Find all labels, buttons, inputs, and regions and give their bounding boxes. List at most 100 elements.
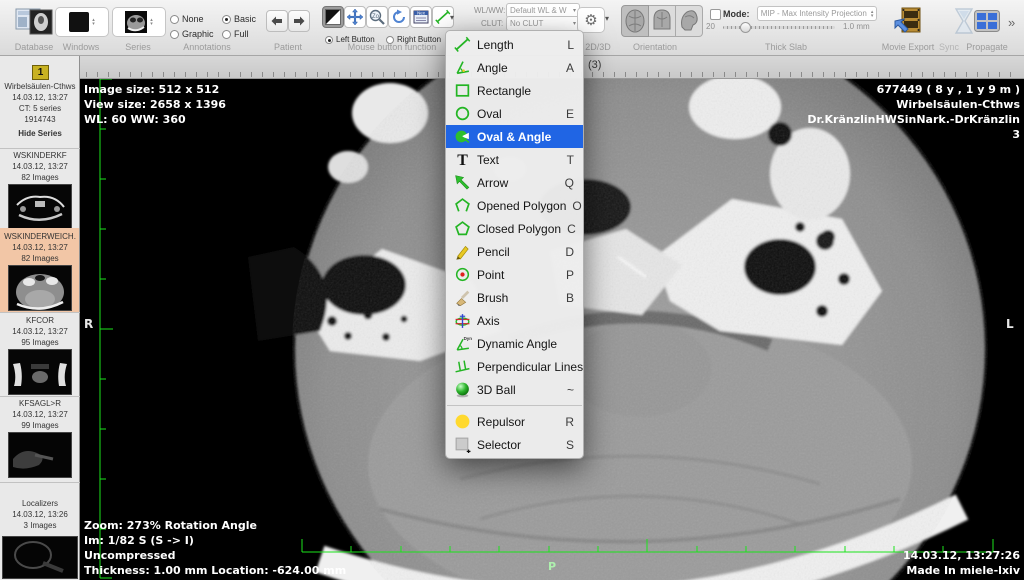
series-name[interactable]: WSKINDERWEICH. xyxy=(0,232,80,241)
next-series-tool-button[interactable]: Nex xyxy=(410,6,432,28)
menu-item-label: 3D Ball xyxy=(477,383,516,397)
previous-patient-button[interactable] xyxy=(266,10,288,32)
clut-select[interactable]: No CLUT ▾ xyxy=(506,16,580,31)
orientation-left-label: R xyxy=(84,317,93,331)
annotation-graphic-radio[interactable]: Graphic xyxy=(170,25,214,43)
thickslab-slider[interactable] xyxy=(723,26,835,29)
orientation-label: Orientation xyxy=(633,42,677,52)
toolbar-overflow-button[interactable]: » xyxy=(1008,15,1015,30)
overlay-line: Wirbelsäulen-Cthws xyxy=(807,97,1020,112)
series-name[interactable]: KFCOR xyxy=(0,316,80,325)
repulsor-tool-icon xyxy=(453,413,472,430)
propagate-button[interactable] xyxy=(974,10,1000,37)
menu-item-perpendicular-lines[interactable]: Perpendicular Lines xyxy=(446,355,583,378)
series-count: 3 Images xyxy=(0,521,80,530)
hide-series-button[interactable]: Hide Series xyxy=(0,129,80,138)
menu-item-shortcut: Q xyxy=(559,176,574,190)
windows-dropdown[interactable]: ▴▾ xyxy=(55,7,109,37)
orientation-axial-button[interactable] xyxy=(621,5,649,37)
tool-menu-chevron-icon[interactable]: ▾ xyxy=(450,13,454,22)
nex-stack-icon: Nex xyxy=(413,9,429,25)
menu-item-label: Angle xyxy=(477,61,508,75)
menu-item-shortcut: T xyxy=(561,153,574,167)
point-tool-icon xyxy=(453,266,472,283)
patient-label: Patient xyxy=(274,42,302,52)
next-patient-button[interactable] xyxy=(288,10,310,32)
menu-item-arrow[interactable]: Arrow Q xyxy=(446,171,583,194)
menu-item-pencil[interactable]: Pencil D xyxy=(446,240,583,263)
series-count: 82 Images xyxy=(0,254,80,263)
pan-tool-button[interactable] xyxy=(344,6,366,28)
wlww-tool-button[interactable] xyxy=(322,6,344,28)
sync-button[interactable] xyxy=(953,8,975,39)
thickslab-mode-checkbox[interactable] xyxy=(710,9,721,20)
menu-item-brush[interactable]: Brush B xyxy=(446,286,583,309)
series-name[interactable]: Localizers xyxy=(0,499,80,508)
menu-item-point[interactable]: Point P xyxy=(446,263,583,286)
rotate-tool-button[interactable] xyxy=(388,6,410,28)
series-dropdown[interactable]: ▴▾ xyxy=(112,7,166,37)
angle-tool-icon xyxy=(453,59,472,76)
series-thumbnail[interactable] xyxy=(8,184,72,230)
rotate-icon xyxy=(391,9,407,25)
menu-item-oval-angle[interactable]: Oval & Angle xyxy=(446,125,583,148)
length-icon xyxy=(435,9,451,25)
menu-item-label: Oval xyxy=(477,107,502,121)
menu-item-opened-polygon[interactable]: Opened Polygon O xyxy=(446,194,583,217)
menu-item-closed-polygon[interactable]: Closed Polygon C xyxy=(446,217,583,240)
menu-item-shortcut: R xyxy=(559,415,574,429)
series-thumbnail[interactable] xyxy=(8,265,72,311)
menu-item-length[interactable]: Length L xyxy=(446,33,583,56)
menu-item-axis[interactable]: Axis xyxy=(446,309,583,332)
menu-item-label: Point xyxy=(477,268,504,282)
series-thumbnail[interactable] xyxy=(8,432,72,478)
slider-thumb[interactable] xyxy=(740,22,751,33)
menu-item-oval[interactable]: Oval E xyxy=(446,102,583,125)
menu-item-dynamic-angle[interactable]: Dyn Dynamic Angle xyxy=(446,332,583,355)
series-thumbnail[interactable] xyxy=(8,349,72,395)
series-name[interactable]: WSKINDERKF xyxy=(0,151,80,160)
divider xyxy=(0,482,80,483)
2d3d-gear-button[interactable]: ⚙ xyxy=(577,7,605,33)
rectangle-tool-icon xyxy=(453,82,472,99)
menu-item-rectangle[interactable]: Rectangle xyxy=(446,79,583,102)
orientation-sagittal-button[interactable] xyxy=(676,5,703,37)
radio-selected-icon xyxy=(222,15,231,24)
overlay-line: Image size: 512 x 512 xyxy=(84,82,226,97)
orientation-coronal-button[interactable] xyxy=(649,5,676,37)
2d3d-label: 2D/3D xyxy=(585,42,611,52)
menu-item-3d-ball[interactable]: 3D Ball ~ xyxy=(446,378,583,401)
menu-item-label: Brush xyxy=(477,291,508,305)
series-thumbnail xyxy=(125,11,147,33)
menu-item-angle[interactable]: Angle A xyxy=(446,56,583,79)
menu-item-text[interactable]: T Text T xyxy=(446,148,583,171)
svg-text:T: T xyxy=(457,152,468,168)
menu-item-shortcut: A xyxy=(560,61,574,75)
propagate-icon xyxy=(974,10,1000,32)
overlay-line: View size: 2658 x 1396 xyxy=(84,97,226,112)
movie-export-label: Movie Export xyxy=(882,42,935,52)
brush-tool-icon xyxy=(453,289,472,306)
series-name[interactable]: KFSAGL>R xyxy=(0,399,80,408)
series-date: 14.03.12, 13:27 xyxy=(0,162,80,171)
series-date: 14.03.12, 13:27 xyxy=(0,243,80,252)
menu-item-label: Text xyxy=(477,153,499,167)
menu-item-selector[interactable]: Selector S xyxy=(446,433,583,456)
series-thumbnail[interactable] xyxy=(2,536,78,579)
series-count: 99 Images xyxy=(0,421,80,430)
annotation-full-radio[interactable]: Full xyxy=(222,25,249,43)
thickslab-mode-select[interactable]: MIP - Max Intensity Projection ▴▾ xyxy=(757,6,877,21)
menu-item-repulsor[interactable]: Repulsor R xyxy=(446,410,583,433)
wlww-field-label: WL/WW: xyxy=(474,6,505,15)
menu-item-label: Oval & Angle xyxy=(477,130,551,144)
2d3d-chevron-icon[interactable]: ▾ xyxy=(605,14,609,23)
movie-export-button[interactable] xyxy=(894,7,922,40)
series-date: 14.03.12, 13:26 xyxy=(0,510,80,519)
length-tool-icon xyxy=(453,36,472,53)
menu-item-shortcut: S xyxy=(560,438,574,452)
menu-item-shortcut: O xyxy=(566,199,581,213)
menu-item-label: Arrow xyxy=(477,176,508,190)
zoom-tool-button[interactable]: Zo xyxy=(366,6,388,28)
database-button[interactable] xyxy=(14,7,54,42)
clut-value: No CLUT xyxy=(510,19,543,28)
